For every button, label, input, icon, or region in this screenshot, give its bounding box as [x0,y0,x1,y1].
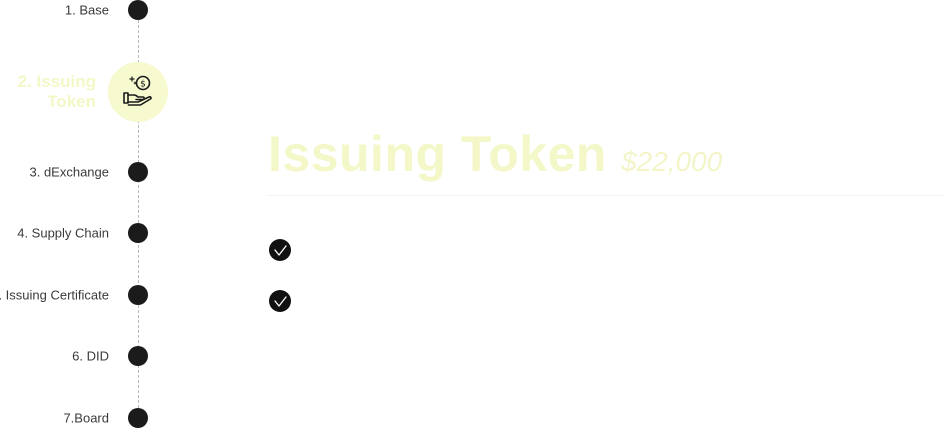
step-label: 5. Issuing Certificate [0,287,109,303]
step-dot[interactable] [128,408,148,428]
step-issuing-certificate[interactable]: 5. Issuing Certificate [0,280,170,310]
step-board[interactable]: 7.Board [0,403,170,429]
detail-title: Issuing Token [268,126,607,182]
step-dexchange[interactable]: 3. dExchange [0,157,170,187]
step-detail: Issuing Token $22,000 [268,125,944,196]
step-label: 7.Board [63,410,109,426]
hand-coin-icon: $ [121,73,155,112]
step-did[interactable]: 6. DID [0,341,170,371]
step-dot[interactable] [128,346,148,366]
svg-text:$: $ [140,79,146,89]
pricing-steps-page: 1. Base 2. Issuing Token $ 3. dExchange [0,0,950,429]
checkmark-icon [269,239,291,261]
step-label-line1: 2. Issuing [17,72,96,91]
step-label-active: 2. Issuing Token [18,72,96,112]
step-dot[interactable] [128,223,148,243]
step-dot[interactable] [128,285,148,305]
detail-price: $22,000 [620,146,723,177]
step-base[interactable]: 1. Base [0,0,170,25]
step-label: 4. Supply Chain [17,225,109,241]
step-label: 3. dExchange [29,164,109,180]
step-label: 1. Base [64,2,109,18]
active-step-circle[interactable]: $ [108,62,168,122]
step-label-line2: Token [47,92,96,111]
step-dot[interactable] [128,0,148,20]
checkmark-icon [269,290,291,312]
detail-heading: Issuing Token $22,000 [268,125,944,183]
step-label: 6. DID [72,348,109,364]
step-supply-chain[interactable]: 4. Supply Chain [0,218,170,248]
divider [268,195,944,196]
step-dot[interactable] [128,162,148,182]
